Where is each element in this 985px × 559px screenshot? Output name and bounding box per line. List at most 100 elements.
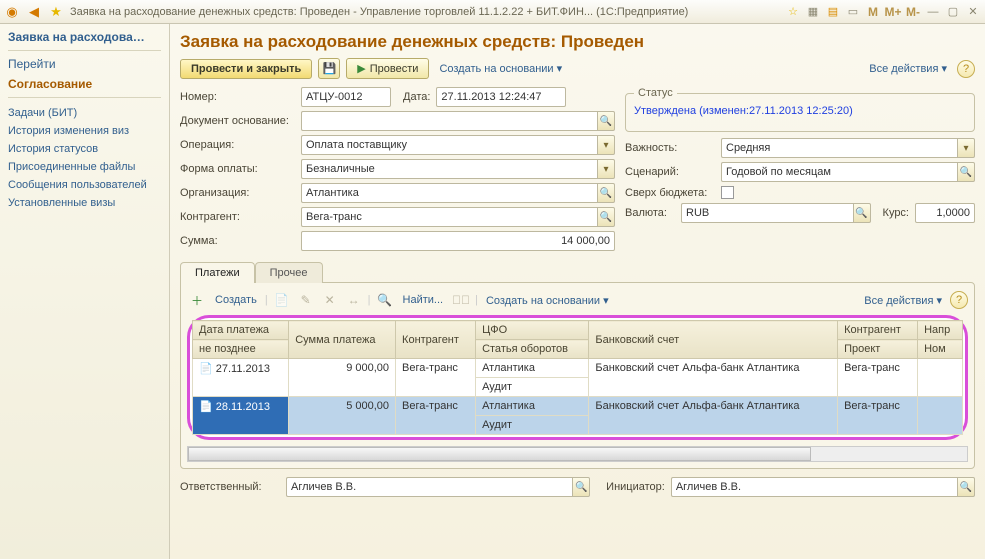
- titlebar: ◉ ◀ ★ Заявка на расходование денежных ср…: [0, 0, 985, 24]
- col-cp[interactable]: Контрагент: [396, 321, 476, 359]
- lookup-icon[interactable]: 🔍: [957, 477, 975, 497]
- app-icon: ◉: [4, 4, 20, 20]
- tabpane-payments: ＋ Создать | 📄 ✎ ✕ ↔ | 🔍 Найти... 🔍⃠ | Со…: [180, 282, 975, 469]
- number-field[interactable]: АТЦУ-0012: [301, 87, 391, 107]
- back-icon[interactable]: ◀: [26, 4, 42, 20]
- search-icon[interactable]: 🔍: [375, 291, 395, 309]
- edit-icon[interactable]: ✎: [296, 291, 316, 309]
- m-button[interactable]: M: [865, 4, 881, 20]
- org-field[interactable]: Атлантика: [301, 183, 597, 203]
- status-group: Статус Утверждена (изменен:27.11.2013 12…: [625, 87, 975, 132]
- refresh-icon[interactable]: ↔: [344, 291, 364, 309]
- sidebar-doc-tab[interactable]: Заявка на расходова…: [8, 30, 161, 44]
- label-initiator: Инициатор:: [606, 481, 665, 493]
- label-sum: Сумма:: [180, 235, 295, 247]
- col-cp2[interactable]: Контрагент: [838, 321, 918, 340]
- table-row[interactable]: 📄 28.11.20135 000,00Вега-трансАтлантикаБ…: [193, 397, 963, 416]
- label-payform: Форма оплаты:: [180, 163, 295, 175]
- copy-icon[interactable]: 📄: [272, 291, 292, 309]
- sidebar-link[interactable]: Задачи (БИТ): [8, 104, 161, 122]
- col-num[interactable]: Ном: [918, 340, 963, 359]
- close-icon[interactable]: ✕: [965, 4, 981, 20]
- create-based-menu[interactable]: Создать на основании ▾: [435, 62, 566, 75]
- save-icon: 💾: [322, 62, 336, 75]
- m-minus-button[interactable]: M-: [905, 4, 921, 20]
- sidebar-link[interactable]: История статусов: [8, 140, 161, 158]
- sidebar-link[interactable]: История изменения виз: [8, 122, 161, 140]
- m-plus-button[interactable]: M+: [885, 4, 901, 20]
- col-project[interactable]: Проект: [838, 340, 918, 359]
- lookup-icon[interactable]: 🔍: [853, 203, 871, 223]
- dropdown-icon[interactable]: ▾: [597, 159, 615, 179]
- grid-icon[interactable]: ▦: [805, 4, 821, 20]
- star-icon[interactable]: ☆: [785, 4, 801, 20]
- post-button[interactable]: ▶Провести: [346, 58, 429, 79]
- label-importance: Важность:: [625, 142, 715, 154]
- all-actions-menu[interactable]: Все действия ▾: [865, 62, 951, 75]
- sum-field[interactable]: 14 000,00: [301, 231, 615, 251]
- sidebar: Заявка на расходова… Перейти Согласовани…: [0, 24, 170, 559]
- sidebar-link[interactable]: Присоединенные файлы: [8, 158, 161, 176]
- col-date2[interactable]: не позднее: [193, 340, 289, 359]
- grid-find-button[interactable]: Найти...: [399, 294, 448, 306]
- operation-field[interactable]: Оплата поставщику: [301, 135, 597, 155]
- date-field[interactable]: 27.11.2013 12:24:47: [436, 87, 566, 107]
- payform-field[interactable]: Безналичные: [301, 159, 597, 179]
- scenario-field[interactable]: Годовой по месяцам: [721, 162, 957, 182]
- grid-create-button[interactable]: Создать: [211, 294, 261, 306]
- payments-grid[interactable]: Дата платежа Сумма платежа Контрагент ЦФ…: [192, 320, 963, 435]
- col-dir[interactable]: Напр: [918, 321, 963, 340]
- tab-other[interactable]: Прочее: [255, 262, 323, 283]
- grid-create-based-menu[interactable]: Создать на основании ▾: [482, 294, 613, 307]
- sidebar-nav-approval[interactable]: Согласование: [8, 77, 161, 98]
- horizontal-scrollbar[interactable]: [187, 446, 968, 462]
- clear-search-icon[interactable]: 🔍⃠: [451, 291, 471, 309]
- add-icon[interactable]: ＋: [187, 291, 207, 309]
- lookup-icon[interactable]: 🔍: [597, 183, 615, 203]
- lookup-icon[interactable]: 🔍: [957, 162, 975, 182]
- sidebar-link[interactable]: Сообщения пользователей: [8, 176, 161, 194]
- col-cfo[interactable]: ЦФО: [476, 321, 589, 340]
- label-currency: Валюта:: [625, 207, 675, 219]
- post-and-close-button[interactable]: Провести и закрыть: [180, 59, 312, 79]
- rate-field[interactable]: 1,0000: [915, 203, 975, 223]
- counterparty-field[interactable]: Вега-транс: [301, 207, 597, 227]
- calendar-icon[interactable]: ▭: [845, 4, 861, 20]
- grid-help-icon[interactable]: ?: [950, 291, 968, 309]
- label-date: Дата:: [403, 91, 430, 103]
- currency-field[interactable]: RUB: [681, 203, 853, 223]
- grid-all-actions-menu[interactable]: Все действия ▾: [860, 294, 946, 307]
- lookup-icon[interactable]: 🔍: [572, 477, 590, 497]
- table-row[interactable]: 📄 27.11.20139 000,00Вега-трансАтлантикаБ…: [193, 359, 963, 378]
- importance-field[interactable]: Средняя: [721, 138, 957, 158]
- dropdown-icon[interactable]: ▾: [957, 138, 975, 158]
- col-turnover[interactable]: Статья оборотов: [476, 340, 589, 359]
- sidebar-link[interactable]: Установленные визы: [8, 194, 161, 212]
- restore-icon[interactable]: ▢: [945, 4, 961, 20]
- lookup-icon[interactable]: 🔍: [597, 111, 615, 131]
- responsible-field[interactable]: Агличев В.В.: [286, 477, 572, 497]
- col-sum[interactable]: Сумма платежа: [289, 321, 396, 359]
- status-link[interactable]: Утверждена (изменен:27.11.2013 12:25:20): [634, 105, 853, 117]
- basis-field[interactable]: [301, 111, 597, 131]
- lookup-icon[interactable]: 🔍: [597, 207, 615, 227]
- label-basis: Документ основание:: [180, 115, 295, 127]
- label-org: Организация:: [180, 187, 295, 199]
- help-icon[interactable]: ?: [957, 60, 975, 78]
- delete-icon[interactable]: ✕: [320, 291, 340, 309]
- overbudget-checkbox[interactable]: [721, 186, 734, 199]
- tab-payments[interactable]: Платежи: [180, 262, 255, 283]
- fav-icon[interactable]: ★: [48, 4, 64, 20]
- sidebar-nav-goto[interactable]: Перейти: [8, 57, 161, 71]
- calc-icon[interactable]: ▤: [825, 4, 841, 20]
- initiator-field[interactable]: Агличев В.В.: [671, 477, 957, 497]
- col-date[interactable]: Дата платежа: [193, 321, 289, 340]
- dropdown-icon[interactable]: ▾: [597, 135, 615, 155]
- save-button[interactable]: 💾: [318, 58, 340, 79]
- grid-highlight: Дата платежа Сумма платежа Контрагент ЦФ…: [187, 315, 968, 440]
- label-responsible: Ответственный:: [180, 481, 280, 493]
- page-title: Заявка на расходование денежных средств:…: [180, 32, 975, 52]
- label-overbudget: Сверх бюджета:: [625, 187, 715, 199]
- col-bank[interactable]: Банковский счет: [589, 321, 838, 359]
- minimize-icon[interactable]: —: [925, 4, 941, 20]
